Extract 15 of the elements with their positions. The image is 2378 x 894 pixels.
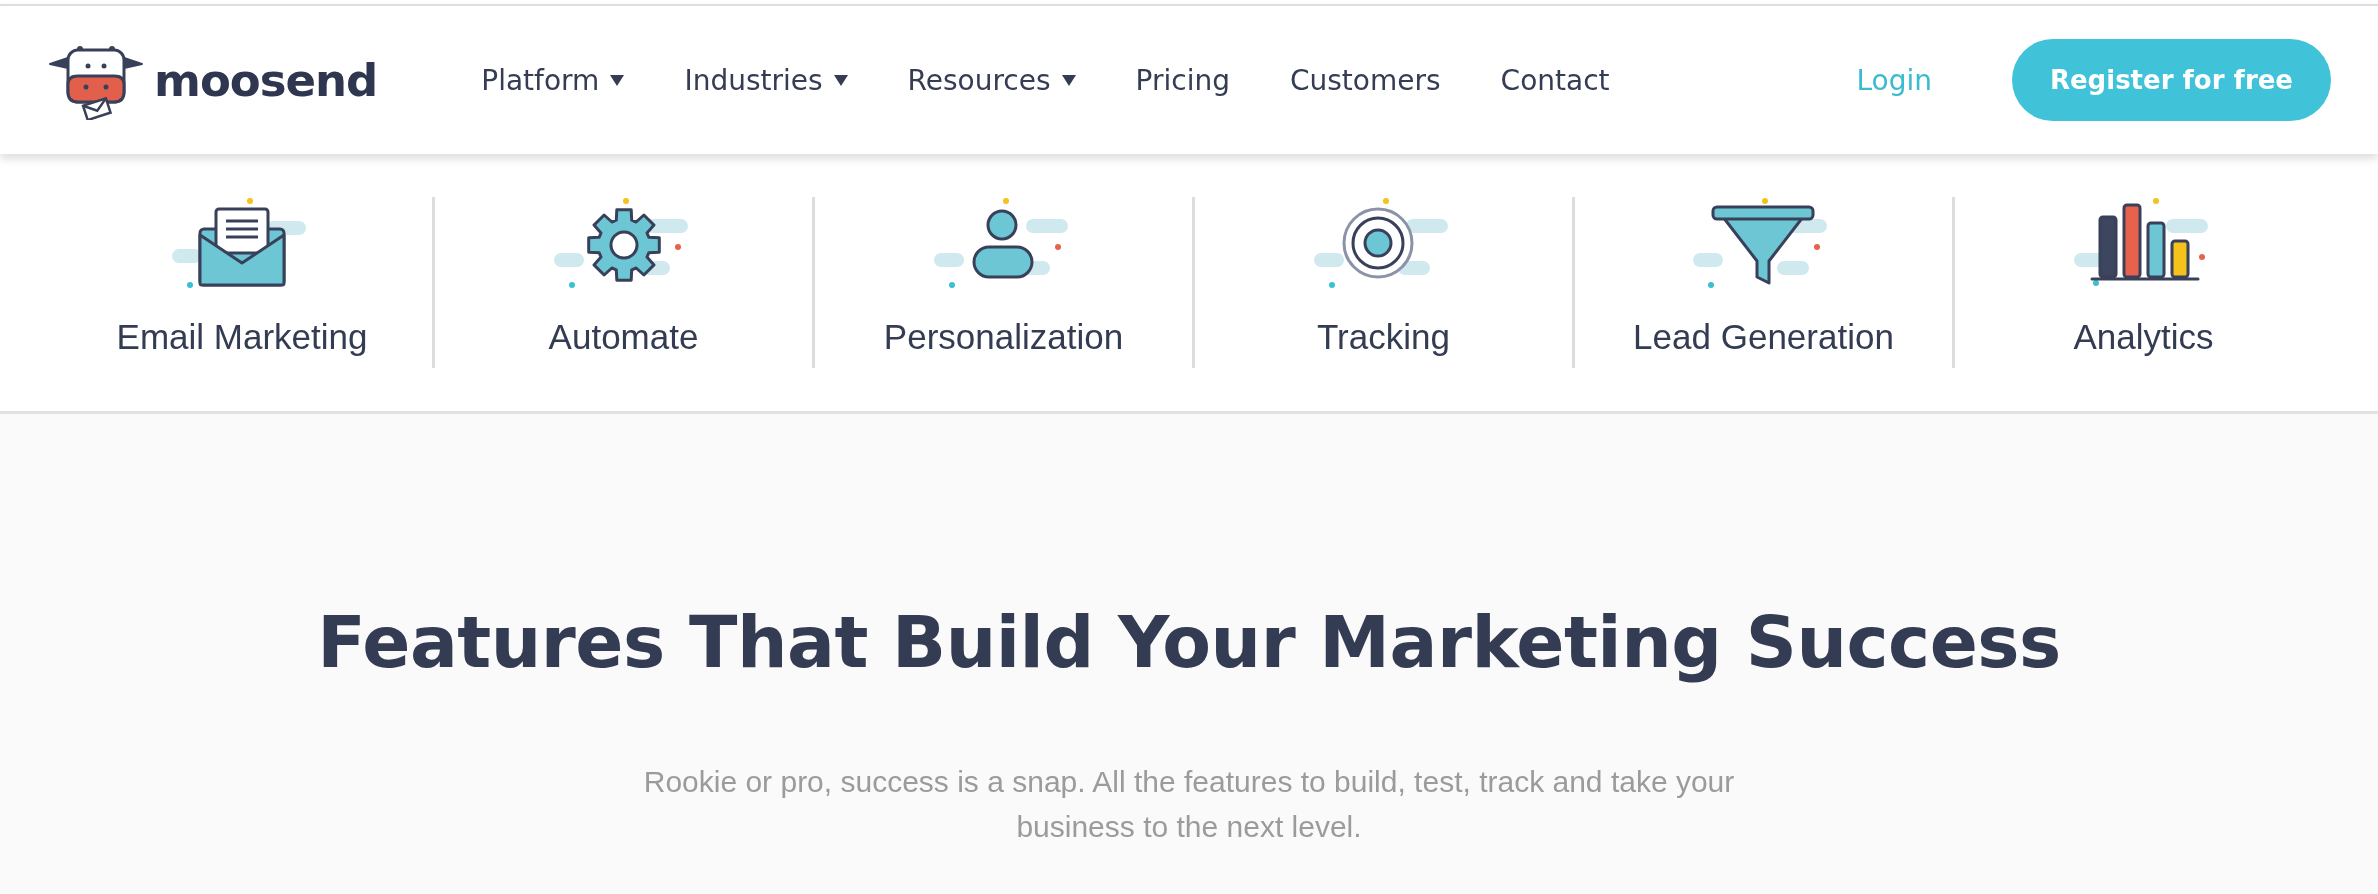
hero-title: Features That Build Your Marketing Success (317, 600, 2061, 686)
nav-link[interactable]: Platform (481, 63, 625, 97)
nav-link[interactable]: Industries (684, 63, 848, 97)
hero-subtitle: Rookie or pro, success is a snap. All the features to build, test, track and take your business to the next level. (642, 764, 1736, 846)
nav-link[interactable]: Pricing (1135, 63, 1230, 97)
nav-link[interactable]: Customers (1289, 63, 1441, 97)
feature-link[interactable]: Automate (548, 197, 699, 368)
feature-link[interactable]: Lead Generation (1633, 197, 1894, 368)
logo-link[interactable]: moosend (48, 40, 378, 120)
feature-link[interactable]: Personalization (883, 197, 1124, 368)
feature-link[interactable]: Tracking (1313, 197, 1454, 368)
nav-link[interactable]: Contact (1500, 63, 1610, 97)
feature-link[interactable]: Email Marketing (116, 197, 368, 368)
feature-link[interactable]: Analytics (2073, 197, 2214, 368)
nav-link[interactable]: Resources (907, 63, 1076, 97)
